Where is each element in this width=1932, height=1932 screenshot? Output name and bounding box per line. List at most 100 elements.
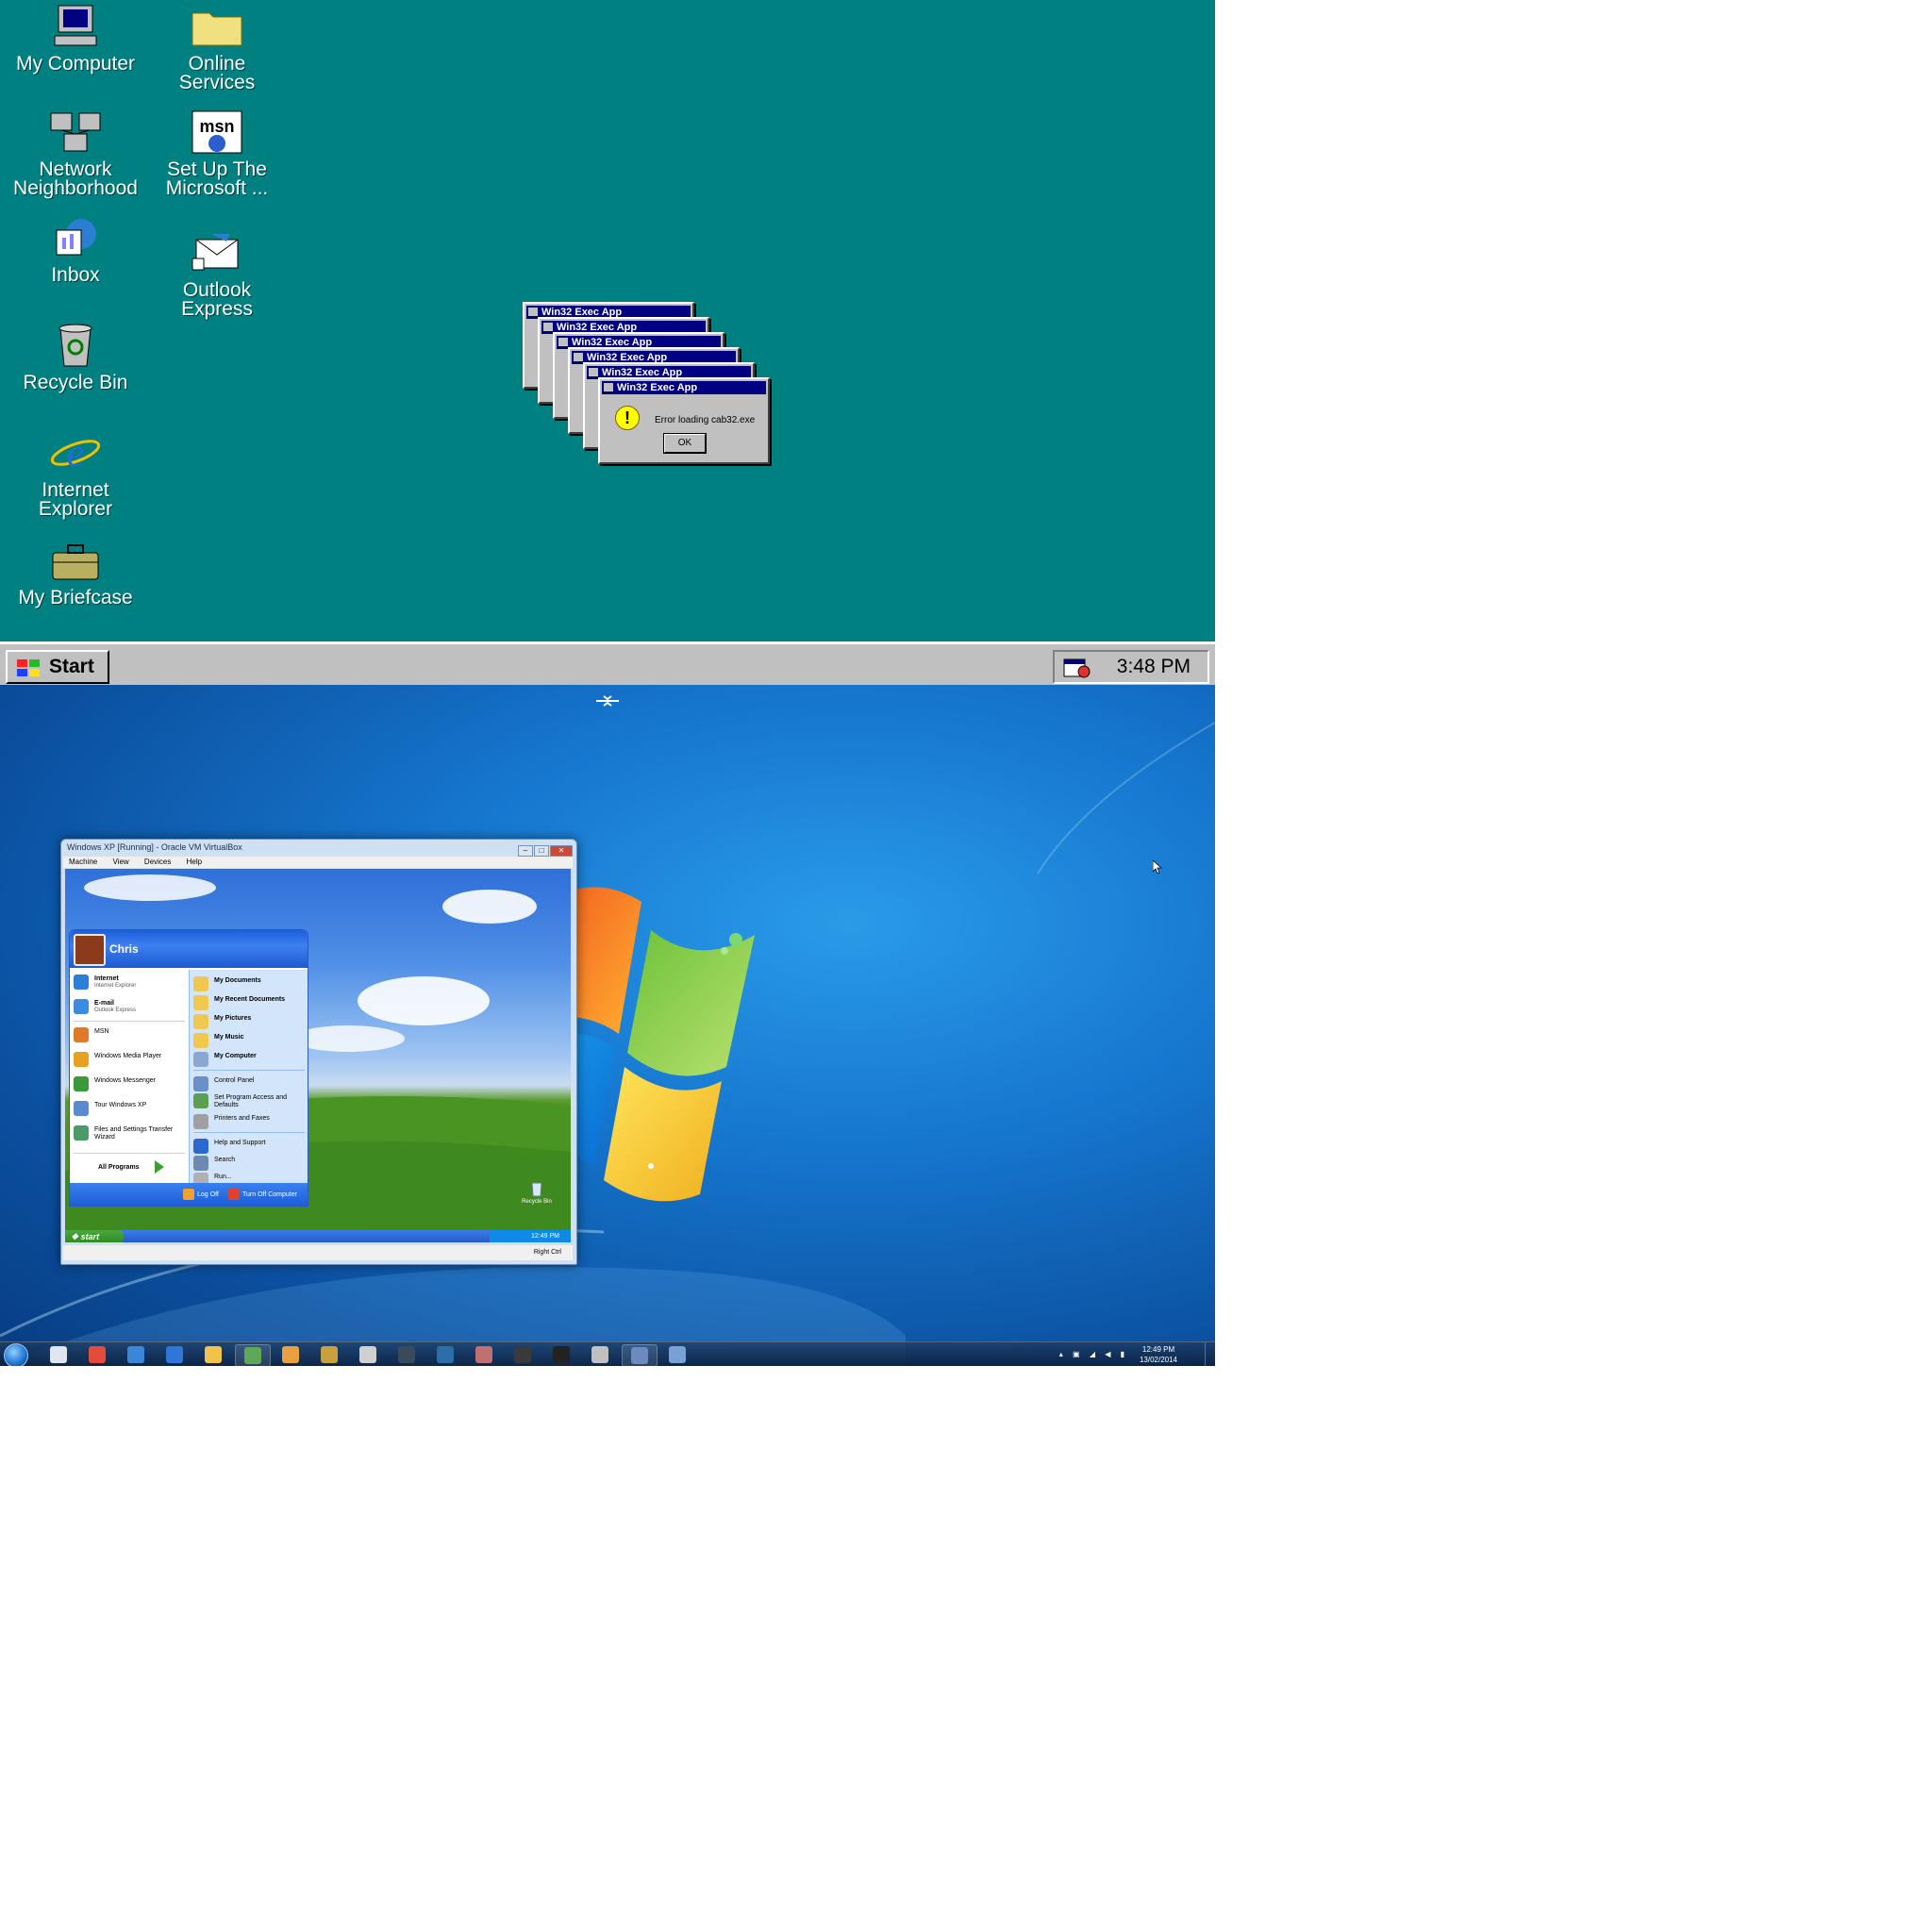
close-button[interactable]: ✕: [550, 845, 573, 857]
resize-handle-icon[interactable]: [594, 694, 621, 708]
taskbar-app-button[interactable]: [622, 1344, 658, 1366]
taskbar-app-button[interactable]: [390, 1344, 424, 1365]
network-icon[interactable]: ▣: [1073, 1350, 1080, 1358]
taskbar-clock[interactable]: 12:49 PM 13/02/2014: [1130, 1344, 1187, 1365]
menu-view[interactable]: View: [112, 858, 128, 866]
system-menu-icon[interactable]: [528, 308, 538, 316]
taskbar-app-button[interactable]: [196, 1344, 230, 1365]
folder-icon: [189, 4, 245, 49]
virtualbox-window[interactable]: Windows XP [Running] - Oracle VM Virtual…: [60, 839, 577, 1265]
system-menu-icon[interactable]: [574, 353, 583, 361]
xp-start-menu: Chris Internet Internet Explorer E-mail …: [69, 929, 308, 1207]
avatar[interactable]: [74, 934, 106, 966]
taskbar-app-button[interactable]: [312, 1344, 346, 1365]
desktop-icon-setup-msn[interactable]: msn Set Up The Microsoft ...: [142, 109, 292, 198]
editor-icon: [359, 1346, 376, 1363]
inbox-icon: [47, 215, 104, 260]
desktop-icon-label: Online Services: [178, 53, 256, 93]
taskbar-app-button[interactable]: [544, 1344, 578, 1365]
shield-icon: [591, 1346, 608, 1363]
taskbar-app-button[interactable]: [42, 1344, 75, 1365]
vm-screen[interactable]: Chris Internet Internet Explorer E-mail …: [65, 869, 571, 1242]
menu-item-title: Files and Settings Transfer Wizard: [94, 1126, 174, 1141]
system-menu-icon[interactable]: [543, 323, 553, 331]
xp-start-button[interactable]: ❖ start: [65, 1230, 124, 1242]
power-icon[interactable]: ▮: [1121, 1350, 1124, 1358]
win7-taskbar: ▴ ▣ ◢ ◀ ▮ 12:49 PM 13/02/2014: [0, 1341, 1215, 1366]
show-desktop-button[interactable]: [1205, 1342, 1215, 1366]
show-hidden-icons-icon[interactable]: ▴: [1059, 1350, 1063, 1358]
program-access-icon: [193, 1093, 208, 1108]
system-menu-icon[interactable]: [589, 368, 598, 376]
dialog-titlebar[interactable]: Win32 Exec App: [602, 381, 766, 394]
system-menu-icon[interactable]: [604, 383, 613, 391]
desktop-icon-my-briefcase[interactable]: My Briefcase: [0, 538, 151, 608]
email-icon: [74, 999, 89, 1014]
win95-desktop: My Computer Network Neighborhood Inbox R…: [0, 0, 1215, 685]
desktop-icon-inbox[interactable]: Inbox: [0, 215, 151, 285]
calendar-icon: [166, 1346, 183, 1363]
log-off-button[interactable]: Log Off: [183, 1189, 219, 1200]
taskbar-app-button[interactable]: [660, 1344, 694, 1365]
desktop-icon-label: Recycle Bin: [23, 372, 128, 393]
menu-item-title: Windows Media Player: [94, 1053, 162, 1059]
desktop-icon-label: Set Up The Microsoft ...: [165, 158, 269, 199]
start-orb-button[interactable]: [4, 1343, 28, 1366]
printers-icon: [193, 1114, 208, 1129]
xp-clock[interactable]: 12:49 PM: [531, 1233, 559, 1240]
error-dialog-front[interactable]: Win32 Exec App ! Error loading cab32.exe…: [598, 377, 770, 464]
desktop-icon-network-neighborhood[interactable]: Network Neighborhood: [0, 109, 151, 198]
desktop-icon-recycle-bin[interactable]: Recycle Bin: [0, 323, 151, 392]
maximize-button[interactable]: □: [534, 845, 549, 857]
desktop-icon-internet-explorer[interactable]: e Internet Explorer: [0, 430, 151, 519]
user-name: Chris: [109, 942, 139, 956]
xp-taskbar: ❖ start 12:49 PM: [65, 1230, 571, 1242]
desktop-icon-outlook-express[interactable]: Outlook Express: [142, 230, 292, 319]
game-icon: [514, 1346, 531, 1363]
menu-item-title: Set Program Access and Defaults: [214, 1094, 288, 1108]
taskbar-app-button[interactable]: [80, 1344, 114, 1365]
start-button[interactable]: Start: [6, 650, 109, 684]
taskbar-app-button[interactable]: [506, 1344, 540, 1365]
menu-machine[interactable]: Machine: [69, 858, 97, 866]
paint-icon: [282, 1346, 299, 1363]
clock-date: 13/02/2014: [1139, 1356, 1178, 1364]
menu-item-title: Search: [214, 1157, 236, 1163]
taskbar-app-button[interactable]: [583, 1344, 617, 1365]
svg-text:e: e: [67, 432, 85, 475]
taskbar-app-button[interactable]: [235, 1344, 271, 1366]
clock[interactable]: 3:48 PM: [1117, 652, 1191, 682]
menu-item-transfer-wizard[interactable]: Files and Settings Transfer Wizard: [74, 1124, 187, 1143]
menu-devices[interactable]: Devices: [144, 858, 171, 866]
menu-item-subtitle: Internet Explorer: [94, 983, 137, 989]
desktop-icon-label: Inbox: [51, 264, 100, 286]
desktop-icon-online-services[interactable]: Online Services: [142, 4, 292, 92]
taskbar-app-button[interactable]: [428, 1344, 462, 1365]
signal-icon[interactable]: ◢: [1090, 1350, 1095, 1358]
sync-icon: [127, 1346, 144, 1363]
transfer-wizard-icon: [74, 1125, 89, 1141]
menu-item-title: Windows Messenger: [94, 1077, 156, 1084]
windows-flag-icon: [15, 658, 42, 678]
taskbar-app-button[interactable]: [274, 1344, 308, 1365]
taskbar-app-button[interactable]: [119, 1344, 153, 1365]
menu-help[interactable]: Help: [187, 858, 202, 866]
start-menu-footer: Log Off Turn Off Computer: [70, 1183, 308, 1206]
start-menu-right-pane: My Documents My Recent Documents My Pict…: [189, 970, 308, 1188]
desktop-icon-my-computer[interactable]: My Computer: [0, 4, 151, 74]
turn-off-button[interactable]: Turn Off Computer: [228, 1189, 297, 1200]
minimize-button[interactable]: –: [518, 845, 533, 857]
menu-item-title: Printers and Faxes: [214, 1115, 270, 1122]
menu-item-program-access[interactable]: Set Program Access and Defaults: [193, 1092, 305, 1111]
system-menu-icon[interactable]: [558, 338, 568, 346]
system-tray: 3:48 PM: [1053, 650, 1209, 684]
xp-recycle-bin[interactable]: Recycle Bin: [518, 1180, 556, 1205]
taskbar-app-button[interactable]: [467, 1344, 501, 1365]
taskbar-app-button[interactable]: [158, 1344, 192, 1365]
scheduler-icon[interactable]: [1062, 656, 1091, 678]
log-off-label: Log Off: [197, 1191, 219, 1198]
divider: [74, 1021, 185, 1022]
taskbar-app-button[interactable]: [351, 1344, 385, 1365]
volume-icon[interactable]: ◀: [1105, 1350, 1110, 1358]
ok-button[interactable]: OK: [663, 433, 707, 454]
